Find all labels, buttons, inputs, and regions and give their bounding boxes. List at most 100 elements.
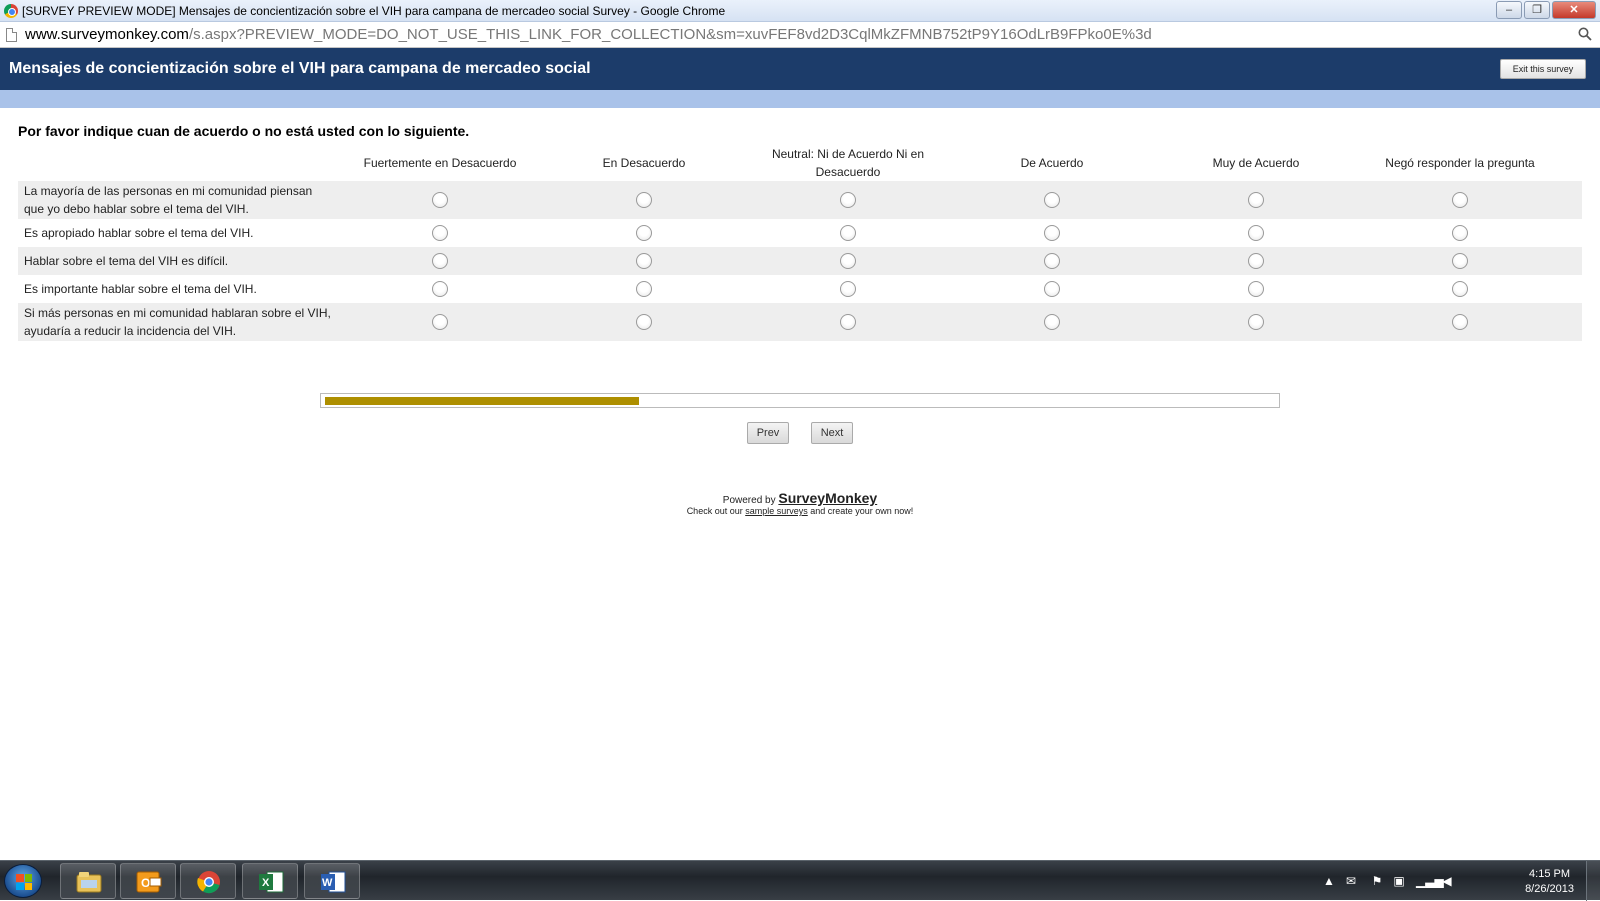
show-hidden-icons-icon[interactable]: ▲ <box>1322 874 1336 888</box>
taskbar-chrome[interactable] <box>180 863 236 899</box>
close-button[interactable]: ✕ <box>1552 1 1596 19</box>
window-title: [SURVEY PREVIEW MODE] Mensajes de concie… <box>22 4 726 18</box>
survey-title: Mensajes de concientización sobre el VIH… <box>9 60 591 77</box>
sample-surveys-link[interactable]: sample surveys <box>745 506 808 516</box>
column-header: En Desacuerdo <box>602 156 686 170</box>
flag-icon[interactable]: ⚑ <box>1370 874 1384 888</box>
svg-text:W: W <box>322 877 333 889</box>
clock[interactable]: 4:15 PM 8/26/2013 <box>1525 867 1574 897</box>
windows-logo-icon <box>16 874 32 890</box>
checkout-text: Check out our sample surveys and create … <box>0 506 1600 516</box>
radio-option[interactable] <box>636 253 652 269</box>
url-text[interactable]: www.surveymonkey.com/s.aspx?PREVIEW_MODE… <box>25 26 1152 43</box>
svg-text:X: X <box>262 877 270 889</box>
radio-option[interactable] <box>432 314 448 330</box>
exit-survey-button[interactable]: Exit this survey <box>1500 59 1586 79</box>
survey-header: Mensajes de concientización sobre el VIH… <box>0 48 1600 90</box>
signal-icon[interactable]: ▁▃▅ <box>1416 874 1444 888</box>
radio-option[interactable] <box>1248 253 1264 269</box>
radio-option[interactable] <box>1452 314 1468 330</box>
radio-option[interactable] <box>432 253 448 269</box>
taskbar-excel[interactable]: X <box>242 863 298 899</box>
radio-option[interactable] <box>432 225 448 241</box>
radio-option[interactable] <box>840 253 856 269</box>
radio-option[interactable] <box>840 314 856 330</box>
powered-by-prefix: Powered by <box>722 495 779 506</box>
column-header: Muy de Acuerdo <box>1212 156 1300 170</box>
radio-option[interactable] <box>1044 192 1060 208</box>
matrix-row: La mayoría de las personas en mi comunid… <box>18 181 1582 219</box>
matrix-row: Hablar sobre el tema del VIH es difícil. <box>18 247 1582 275</box>
radio-option[interactable] <box>1452 192 1468 208</box>
row-label: Es apropiado hablar sobre el tema del VI… <box>24 226 254 240</box>
radio-option[interactable] <box>840 192 856 208</box>
row-label: Si más personas en mi comunidad hablaran… <box>24 306 331 338</box>
chrome-icon <box>197 871 220 894</box>
row-label: La mayoría de las personas en mi comunid… <box>24 184 313 216</box>
taskbar-explorer[interactable] <box>60 863 116 899</box>
taskbar-outlook[interactable]: O <box>120 863 176 899</box>
radio-option[interactable] <box>636 281 652 297</box>
radio-option[interactable] <box>1044 225 1060 241</box>
radio-option[interactable] <box>1248 192 1264 208</box>
row-label: Es importante hablar sobre el tema del V… <box>24 282 257 296</box>
windows-explorer-icon <box>76 872 102 893</box>
surveymonkey-link[interactable]: SurveyMonkey <box>778 490 877 506</box>
radio-option[interactable] <box>1248 225 1264 241</box>
window-titlebar: [SURVEY PREVIEW MODE] Mensajes de concie… <box>0 0 1600 22</box>
radio-option[interactable] <box>1452 281 1468 297</box>
question-text: Por favor indique cuan de acuerdo o no e… <box>18 123 470 139</box>
address-bar[interactable]: www.surveymonkey.com/s.aspx?PREVIEW_MODE… <box>0 22 1600 48</box>
checkout-prefix: Check out our <box>686 506 746 516</box>
matrix-column-headers: Fuertemente en Desacuerdo En Desacuerdo Ne… <box>18 145 1582 181</box>
taskbar: O X W ▲ ✉ ⚑ ▣ ▁▃▅ ◀ 4:15 PM 8/26/2013 <box>0 860 1600 901</box>
search-icon[interactable] <box>1578 27 1592 41</box>
radio-option[interactable] <box>636 225 652 241</box>
volume-icon[interactable]: ◀ <box>1440 874 1454 888</box>
matrix-row: Si más personas en mi comunidad hablaran… <box>18 303 1582 341</box>
taskbar-word[interactable]: W <box>304 863 360 899</box>
header-strip <box>0 90 1600 108</box>
column-header: De Acuerdo <box>1020 156 1084 170</box>
radio-option[interactable] <box>432 281 448 297</box>
device-icon[interactable]: ▣ <box>1392 874 1406 888</box>
radio-option[interactable] <box>840 281 856 297</box>
radio-option[interactable] <box>1248 281 1264 297</box>
likert-matrix: Fuertemente en Desacuerdo En Desacuerdo Ne… <box>18 145 1582 341</box>
radio-option[interactable] <box>1044 314 1060 330</box>
radio-option[interactable] <box>636 314 652 330</box>
matrix-rows: La mayoría de las personas en mi comunid… <box>18 181 1582 341</box>
show-desktop-button[interactable] <box>1586 861 1600 901</box>
checkout-suffix: and create your own now! <box>807 506 914 516</box>
mail-icon[interactable]: ✉ <box>1344 874 1358 888</box>
url-path: /s.aspx?PREVIEW_MODE=DO_NOT_USE_THIS_LIN… <box>188 26 1152 43</box>
radio-option[interactable] <box>1044 253 1060 269</box>
word-icon: W <box>321 871 346 893</box>
outlook-icon: O <box>136 871 162 893</box>
matrix-row: Es importante hablar sobre el tema del V… <box>18 275 1582 303</box>
progress-bar <box>320 393 1280 408</box>
system-tray: ▲ ✉ ⚑ ▣ ▁▃▅ ◀ 4:15 PM 8/26/2013 <box>1320 861 1600 901</box>
column-header: Fuertemente en Desacuerdo <box>363 156 517 170</box>
radio-option[interactable] <box>1248 314 1264 330</box>
clock-time: 4:15 PM <box>1529 868 1571 880</box>
radio-option[interactable] <box>432 192 448 208</box>
maximize-button[interactable]: ❐ <box>1524 1 1550 19</box>
powered-by: Powered by SurveyMonkey <box>0 490 1600 506</box>
radio-option[interactable] <box>636 192 652 208</box>
start-button[interactable] <box>4 864 42 898</box>
page-icon <box>6 28 17 42</box>
row-label: Hablar sobre el tema del VIH es difícil. <box>24 254 229 268</box>
clock-date: 8/26/2013 <box>1525 883 1574 895</box>
url-host: www.surveymonkey.com <box>25 26 189 43</box>
prev-button[interactable]: Prev <box>747 422 789 444</box>
column-header: Neutral: Ni de Acuerdo Ni en Desacuerdo <box>771 147 925 179</box>
radio-option[interactable] <box>840 225 856 241</box>
radio-option[interactable] <box>1452 225 1468 241</box>
progress-fill <box>325 397 639 405</box>
radio-option[interactable] <box>1044 281 1060 297</box>
next-button[interactable]: Next <box>811 422 853 444</box>
excel-icon: X <box>259 871 284 893</box>
minimize-button[interactable]: – <box>1496 1 1522 19</box>
radio-option[interactable] <box>1452 253 1468 269</box>
